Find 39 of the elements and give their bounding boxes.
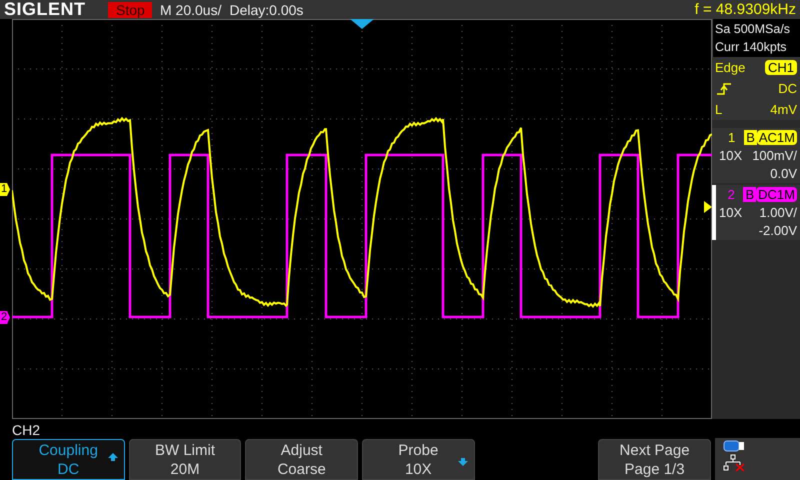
delay-label: Delay:0.00s: [229, 2, 304, 18]
channel-info-panel[interactable]: 1 B AC1M 10X 100mV/ 0.0V: [712, 128, 800, 183]
bandwidth-badge: B: [743, 187, 756, 202]
softkey-button[interactable]: Next Page Page 1/3: [598, 439, 711, 480]
channel-marker[interactable]: 1: [0, 183, 10, 196]
trigger-level-label: 4mV: [770, 102, 797, 117]
channel-info-panel[interactable]: 2 B DC1M 10X 1.00V/ -2.00V: [712, 185, 800, 240]
trigger-coupling-label: DC: [778, 81, 797, 96]
probe-label: 10X: [719, 148, 742, 163]
scale-label: 1.00V/: [759, 205, 797, 220]
softkey-button[interactable]: Coupling DC: [12, 439, 125, 480]
up-arrow-icon: [108, 452, 118, 462]
channel-number: 1: [726, 130, 736, 145]
offset-label: 0.0V: [770, 166, 797, 181]
softkey-button[interactable]: Probe 10X: [362, 439, 475, 480]
run-state-badge[interactable]: Stop: [108, 2, 152, 18]
scale-label: 100mV/: [752, 148, 797, 163]
menu-title: CH2: [12, 422, 40, 438]
frequency-readout: f = 48.9309kHz: [694, 1, 797, 18]
down-arrow-icon: [458, 457, 468, 467]
timebase-label: M 20.0us/: [160, 2, 222, 18]
network-disconnected-icon: [722, 454, 745, 472]
brand-logo: SIGLENT: [4, 0, 87, 20]
memory-depth-label: Curr 140kpts: [715, 40, 788, 54]
coupling-badge: AC1M: [756, 130, 797, 145]
softkey-button[interactable]: Adjust Coarse: [245, 439, 358, 480]
softkey-button[interactable]: BW Limit 20M: [128, 439, 242, 480]
usb-drive-icon: [722, 440, 745, 452]
trigger-type-label: Edge: [715, 60, 746, 75]
trigger-mode-label: L: [715, 102, 722, 117]
bandwidth-badge: B: [744, 130, 757, 145]
sample-rate-label: Sa 500MSa/s: [715, 22, 792, 36]
offset-label: -2.00V: [758, 223, 797, 238]
coupling-badge: DC1M: [756, 187, 797, 202]
channel-marker[interactable]: 2: [0, 311, 10, 324]
probe-label: 10X: [719, 205, 742, 220]
rising-edge-icon: [715, 82, 733, 96]
channel-number: 2: [726, 187, 736, 202]
trigger-source-badge: CH1: [764, 60, 797, 75]
